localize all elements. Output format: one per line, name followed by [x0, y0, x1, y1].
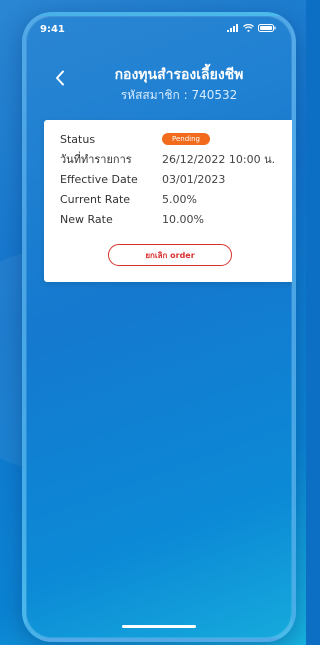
battery-icon — [258, 24, 276, 32]
effective-date-value: 03/01/2023 — [162, 172, 226, 186]
current-rate-label: Current Rate — [60, 192, 131, 206]
page: 9:41 กองทุนสำรองเลี้ยงชีพ รหัสสมาชิก: 7… — [0, 0, 306, 645]
status-bar: 9:41 — [26, 16, 292, 44]
effective-date-row: Effective Date 03/01/2023 — [60, 170, 288, 188]
current-rate-value: 5.00% — [162, 192, 197, 206]
status-row: Status Pending — [60, 130, 288, 148]
status-icons — [227, 24, 276, 32]
header: กองทุนสำรองเลี้ยงชีพ รหัสสมาชิก : 740532 — [26, 64, 292, 118]
status-badge: Pending — [162, 133, 210, 145]
order-detail-card: Status Pending วันที่ทำรายการ 26/12/2022… — [44, 120, 292, 282]
effective-date-label: Effective Date — [60, 172, 138, 186]
transaction-date-label: วันที่ทำรายการ — [60, 153, 132, 166]
member-id: รหัสสมาชิก : 740532 — [120, 88, 238, 102]
transaction-date-value: 26/12/2022 10:00 น. — [162, 153, 276, 166]
signal-icon — [227, 24, 238, 32]
new-rate-label: New Rate — [60, 212, 113, 226]
status-label: Status — [60, 132, 96, 146]
wifi-icon — [243, 24, 254, 32]
transaction-date-row: วันที่ทำรายการ 26/12/2022 10:00 น. — [60, 150, 288, 168]
chevron-left-icon — [56, 70, 64, 86]
page-title: กองทุนสำรองเลี้ยงชีพ — [114, 67, 244, 83]
cancel-order-button[interactable]: ยกเลิก order — [108, 244, 232, 266]
phone-frame: 9:41 กองทุนสำรองเลี้ยงชีพ รหัสสมาชิก: 7… — [22, 12, 296, 642]
new-rate-value: 10.00% — [162, 212, 204, 226]
status-time: 9:41 — [40, 24, 65, 35]
current-rate-row: Current Rate 5.00% — [60, 190, 288, 208]
home-indicator — [122, 625, 196, 628]
new-rate-row: New Rate 10.00% — [60, 210, 288, 228]
back-button[interactable] — [48, 66, 72, 90]
